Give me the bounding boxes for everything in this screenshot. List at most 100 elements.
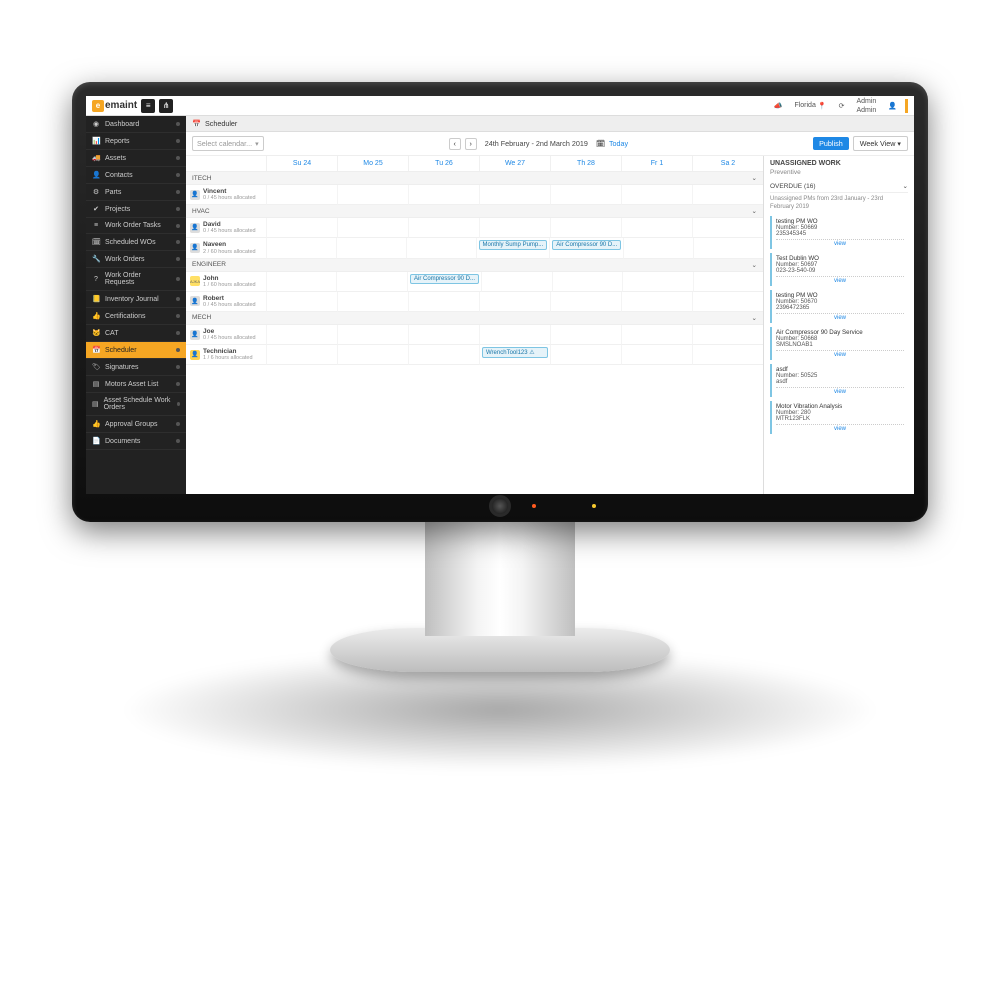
- group-header[interactable]: ITECH⌄: [186, 172, 763, 185]
- event-chip[interactable]: Monthly Sump Pump...: [479, 240, 548, 250]
- calendar-cell[interactable]: [266, 218, 337, 238]
- share-icon[interactable]: ⋔: [159, 99, 173, 113]
- event-chip[interactable]: Air Compressor 90 D...: [410, 274, 479, 284]
- calendar-cell[interactable]: [266, 325, 337, 345]
- person-cell[interactable]: 👤David0 / 45 hours allocated: [186, 218, 266, 238]
- calendar-cell[interactable]: [550, 345, 621, 365]
- view-link[interactable]: view: [776, 313, 904, 321]
- person-cell[interactable]: 👤Joe0 / 45 hours allocated: [186, 325, 266, 345]
- calendar-cell[interactable]: [266, 292, 337, 312]
- calendar-cell[interactable]: [266, 272, 336, 292]
- hamburger-icon[interactable]: ≡: [141, 99, 155, 113]
- sidebar-item-reports[interactable]: 📊Reports: [86, 133, 186, 150]
- view-link[interactable]: view: [776, 387, 904, 395]
- announce-icon[interactable]: 📣: [770, 100, 787, 112]
- calendar-cell[interactable]: [550, 218, 621, 238]
- calendar-select[interactable]: Select calendar...▾: [192, 136, 264, 151]
- sidebar-item-inventory-journal[interactable]: 📒Inventory Journal: [86, 291, 186, 308]
- event-chip[interactable]: WrenchTool123 ⚠: [482, 347, 548, 358]
- person-cell[interactable]: 👤Vincent0 / 45 hours allocated: [186, 185, 266, 205]
- sidebar-item-work-orders[interactable]: 🔧Work Orders: [86, 251, 186, 268]
- sidebar-item-scheduler[interactable]: 📅Scheduler: [86, 342, 186, 359]
- person-cell[interactable]: 👤Naveen2 / 60 hours allocated: [186, 238, 266, 258]
- calendar-cell[interactable]: [693, 238, 763, 258]
- sidebar-item-work-order-requests[interactable]: ?Work Order Requests: [86, 268, 186, 291]
- date-picker-icon[interactable]: 🗓: [596, 139, 605, 148]
- view-mode-button[interactable]: Week View ▾: [853, 136, 908, 151]
- calendar-cell[interactable]: [408, 218, 479, 238]
- calendar-cell[interactable]: [692, 292, 763, 312]
- calendar-cell[interactable]: Air Compressor 90 D...: [407, 272, 481, 292]
- calendar-cell[interactable]: [481, 272, 551, 292]
- work-card[interactable]: Motor Vibration AnalysisNumber: 280MTR12…: [770, 401, 908, 434]
- calendar-cell[interactable]: [692, 325, 763, 345]
- refresh-icon[interactable]: ⟳: [835, 100, 849, 112]
- location-selector[interactable]: Florida📍: [790, 100, 830, 112]
- calendar-cell[interactable]: [479, 218, 550, 238]
- calendar-cell[interactable]: [408, 345, 479, 365]
- work-card[interactable]: Air Compressor 90 Day ServiceNumber: 506…: [770, 327, 908, 360]
- person-cell[interactable]: 👤Robert0 / 45 hours allocated: [186, 292, 266, 312]
- work-card[interactable]: Test Dublin WONumber: 50697023-23-540-09…: [770, 253, 908, 286]
- sidebar-item-signatures[interactable]: 🏷Signatures: [86, 359, 186, 376]
- calendar-cell[interactable]: [408, 185, 479, 205]
- sidebar-item-asset-schedule-work-orders[interactable]: ▤Asset Schedule Work Orders: [86, 393, 186, 416]
- calendar-cell[interactable]: [266, 238, 336, 258]
- work-card[interactable]: asdfNumber: 50525asdfview: [770, 364, 908, 397]
- calendar-cell[interactable]: [337, 345, 408, 365]
- sidebar-item-cat[interactable]: 🐱CAT: [86, 325, 186, 342]
- user-menu[interactable]: AdminAdmin: [852, 96, 880, 116]
- brand-logo[interactable]: e emaint: [92, 100, 137, 112]
- calendar-cell[interactable]: [692, 345, 763, 365]
- calendar-cell[interactable]: Monthly Sump Pump...: [476, 238, 550, 258]
- work-card[interactable]: testing PM WONumber: 50669235345345view: [770, 216, 908, 249]
- group-header[interactable]: HVAC⌄: [186, 205, 763, 218]
- sidebar-item-documents[interactable]: 📄Documents: [86, 433, 186, 450]
- sidebar-item-parts[interactable]: ⚙Parts: [86, 184, 186, 201]
- sidebar-item-work-order-tasks[interactable]: ≡Work Order Tasks: [86, 218, 186, 234]
- calendar-cell[interactable]: [622, 272, 693, 292]
- calendar-cell[interactable]: [406, 238, 476, 258]
- calendar-cell[interactable]: [623, 238, 693, 258]
- calendar-cell[interactable]: [408, 292, 479, 312]
- today-button[interactable]: Today: [609, 139, 628, 148]
- calendar-cell[interactable]: [550, 292, 621, 312]
- publish-button[interactable]: Publish: [813, 137, 849, 150]
- sidebar-item-dashboard[interactable]: ◉Dashboard: [86, 116, 186, 133]
- sidebar-item-assets[interactable]: 🚚Assets: [86, 150, 186, 167]
- calendar-cell[interactable]: [337, 325, 408, 345]
- event-chip[interactable]: Air Compressor 90 D...: [552, 240, 621, 250]
- work-card[interactable]: testing PM WONumber: 506702396472365view: [770, 290, 908, 323]
- calendar-cell[interactable]: [337, 185, 408, 205]
- calendar-cell[interactable]: WrenchTool123 ⚠: [479, 345, 550, 365]
- calendar-cell[interactable]: [621, 185, 692, 205]
- prev-week-button[interactable]: ‹: [449, 138, 461, 150]
- calendar-cell[interactable]: [337, 292, 408, 312]
- sidebar-item-certifications[interactable]: 👍Certifications: [86, 308, 186, 325]
- view-link[interactable]: view: [776, 239, 904, 247]
- calendar-cell[interactable]: [336, 238, 406, 258]
- calendar-cell[interactable]: [479, 292, 550, 312]
- view-link[interactable]: view: [776, 424, 904, 432]
- sidebar-item-approval-groups[interactable]: 👍Approval Groups: [86, 416, 186, 433]
- calendar-cell[interactable]: Air Compressor 90 D...: [549, 238, 623, 258]
- calendar-cell[interactable]: [266, 345, 337, 365]
- calendar-cell[interactable]: [336, 272, 407, 292]
- calendar-cell[interactable]: [550, 185, 621, 205]
- calendar-cell[interactable]: [408, 325, 479, 345]
- group-header[interactable]: ENGINEER⌄: [186, 259, 763, 272]
- view-link[interactable]: view: [776, 276, 904, 284]
- calendar-cell[interactable]: [621, 292, 692, 312]
- group-header[interactable]: MECH⌄: [186, 312, 763, 325]
- calendar-cell[interactable]: [693, 272, 763, 292]
- calendar-cell[interactable]: [621, 325, 692, 345]
- calendar-cell[interactable]: [692, 218, 763, 238]
- calendar-cell[interactable]: [479, 185, 550, 205]
- next-week-button[interactable]: ›: [465, 138, 477, 150]
- calendar-cell[interactable]: [479, 325, 550, 345]
- sidebar-item-scheduled-wos[interactable]: 🗓Scheduled WOs: [86, 234, 186, 251]
- sidebar-item-projects[interactable]: ✔Projects: [86, 201, 186, 218]
- sidebar-item-motors-asset-list[interactable]: ▤Motors Asset List: [86, 376, 186, 393]
- person-cell[interactable]: 👤Technician1 / 6 hours allocated: [186, 345, 266, 365]
- calendar-cell[interactable]: [337, 218, 408, 238]
